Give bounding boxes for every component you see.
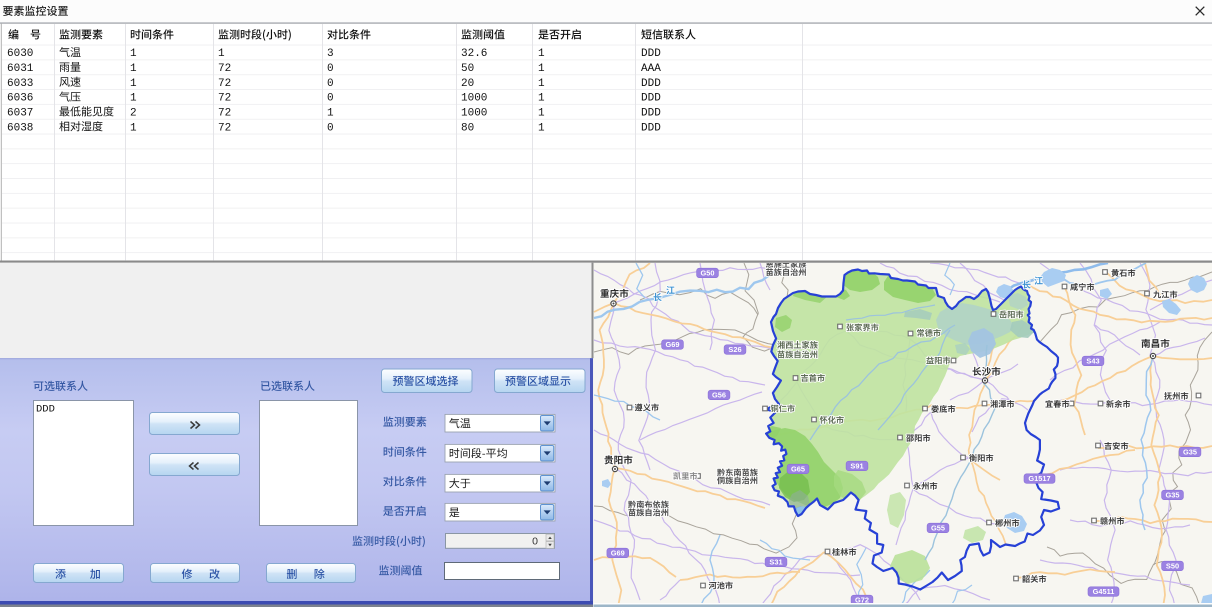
svg-text:DDD: DDD xyxy=(641,122,661,134)
svg-text:1: 1 xyxy=(218,48,225,60)
svg-text:1: 1 xyxy=(130,122,137,134)
svg-text:G65: G65 xyxy=(791,465,805,474)
svg-text:G50: G50 xyxy=(701,269,715,278)
svg-text:6038: 6038 xyxy=(7,122,33,134)
svg-text:1: 1 xyxy=(538,78,545,90)
svg-text:S50: S50 xyxy=(1166,562,1179,571)
svg-text:G55: G55 xyxy=(931,524,945,533)
svg-text:DDD: DDD xyxy=(641,93,661,105)
svg-text:0: 0 xyxy=(327,78,334,90)
svg-text:S43: S43 xyxy=(1086,357,1099,366)
svg-text:2: 2 xyxy=(130,108,137,120)
svg-text:G56: G56 xyxy=(712,391,726,400)
svg-text:80: 80 xyxy=(461,122,474,134)
svg-text:1: 1 xyxy=(538,108,545,120)
svg-text:1: 1 xyxy=(538,93,545,105)
svg-text:AAA: AAA xyxy=(641,63,661,75)
svg-text:1: 1 xyxy=(538,63,545,75)
svg-text:6037: 6037 xyxy=(7,108,33,120)
svg-text:3: 3 xyxy=(327,48,334,60)
svg-text:1: 1 xyxy=(130,63,137,75)
svg-text:G4511: G4511 xyxy=(1093,587,1115,596)
svg-text:1: 1 xyxy=(538,48,545,60)
svg-text:1000: 1000 xyxy=(461,108,487,120)
svg-text:S26: S26 xyxy=(728,345,741,354)
svg-text:72: 72 xyxy=(218,78,231,90)
svg-text:S31: S31 xyxy=(769,558,782,567)
svg-text:6036: 6036 xyxy=(7,93,33,105)
svg-text:32.6: 32.6 xyxy=(461,48,487,60)
svg-text:G69: G69 xyxy=(611,549,625,558)
svg-text:6031: 6031 xyxy=(7,63,34,75)
svg-text:DDD: DDD xyxy=(641,48,661,60)
svg-text:1: 1 xyxy=(538,122,545,134)
svg-text:72: 72 xyxy=(218,93,231,105)
svg-text:DDD: DDD xyxy=(641,78,661,90)
svg-text:72: 72 xyxy=(218,108,231,120)
svg-text:DDD: DDD xyxy=(36,404,55,416)
svg-text:G69: G69 xyxy=(666,340,680,349)
svg-text:72: 72 xyxy=(218,63,231,75)
svg-text:0: 0 xyxy=(327,122,334,134)
svg-text:G1517: G1517 xyxy=(1028,474,1050,483)
svg-text:G72: G72 xyxy=(855,596,869,605)
svg-text:6033: 6033 xyxy=(7,78,33,90)
svg-text:0: 0 xyxy=(327,93,334,105)
svg-text:1: 1 xyxy=(130,48,137,60)
svg-text:G35: G35 xyxy=(1166,491,1180,500)
svg-text:1: 1 xyxy=(130,78,137,90)
svg-text:DDD: DDD xyxy=(641,108,661,120)
svg-text:1: 1 xyxy=(130,93,137,105)
svg-text:6030: 6030 xyxy=(7,48,33,60)
svg-text:0: 0 xyxy=(327,63,334,75)
svg-text:G35: G35 xyxy=(1183,448,1197,457)
svg-text:20: 20 xyxy=(461,78,474,90)
svg-text:1000: 1000 xyxy=(461,93,487,105)
svg-text:S91: S91 xyxy=(850,462,863,471)
svg-text:50: 50 xyxy=(461,63,474,75)
svg-text:0: 0 xyxy=(532,536,538,548)
svg-text:72: 72 xyxy=(218,122,231,134)
svg-text:1: 1 xyxy=(327,108,334,120)
